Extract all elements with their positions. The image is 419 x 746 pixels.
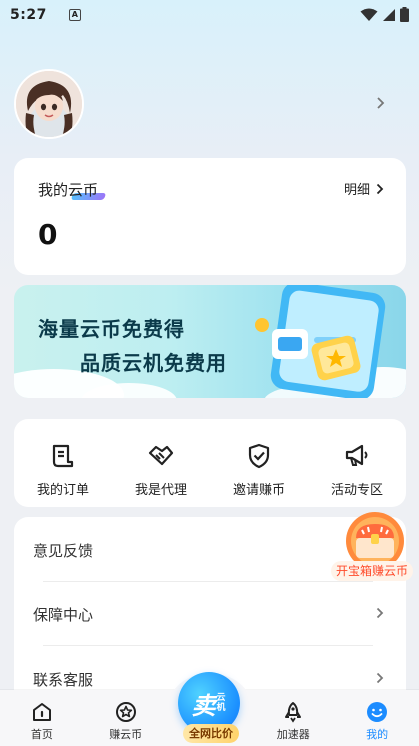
sell-button-main: 卖 — [191, 691, 216, 720]
quick-action-invite[interactable]: 邀请赚币 — [210, 419, 308, 507]
nav-label: 我的 — [366, 728, 389, 741]
status-time: 5:27 — [10, 7, 47, 23]
chevron-right-icon — [376, 672, 384, 684]
rocket-icon — [285, 702, 302, 723]
signal-icon — [383, 8, 395, 21]
sell-button-sub: 云机 — [216, 693, 226, 713]
coin-detail-link[interactable]: 明细 — [344, 179, 384, 198]
coin-badge-icon — [115, 702, 136, 722]
handshake-icon — [148, 445, 174, 466]
price-compare-tag: 全网比价 — [183, 724, 239, 743]
megaphone-icon — [345, 444, 368, 466]
nav-earn-coins[interactable]: 赚云币 — [84, 690, 168, 746]
nav-accelerator[interactable]: 加速器 — [251, 690, 335, 746]
coin-card: 我的云币 明细 0 — [14, 158, 406, 275]
quick-action-label: 我的订单 — [36, 483, 89, 498]
quick-action-agent[interactable]: 我是代理 — [112, 419, 210, 507]
chevron-right-icon — [376, 607, 384, 619]
order-icon — [52, 444, 74, 468]
nav-label: 首页 — [30, 728, 53, 741]
quick-actions: 我的订单 我是代理 邀请赚币 活动专区 — [14, 419, 406, 507]
chevron-right-icon — [377, 97, 385, 109]
treasure-chest-label: 开宝箱赚云币 — [331, 561, 414, 581]
quick-action-label: 邀请赚币 — [232, 483, 285, 498]
menu-item-label: 意见反馈 — [33, 541, 94, 560]
promo-banner[interactable]: 海量云币免费得 品质云机免费用 — [14, 285, 406, 398]
status-indicators — [360, 7, 409, 22]
shield-check-icon — [248, 443, 270, 469]
nav-home[interactable]: 首页 — [0, 690, 84, 746]
nav-mine[interactable]: 我的 — [335, 690, 419, 746]
notification-icon: A — [68, 9, 81, 21]
banner-subheadline: 品质云机免费用 — [80, 351, 227, 375]
coin-balance: 0 — [38, 218, 58, 251]
battery-icon — [400, 7, 409, 22]
avatar[interactable] — [14, 69, 84, 139]
avatar-illustration — [16, 71, 82, 137]
quick-action-label: 活动专区 — [330, 483, 383, 498]
smile-icon — [367, 702, 388, 722]
menu-divider — [43, 645, 373, 646]
treasure-chest-widget[interactable]: 开宝箱赚云币 — [330, 512, 419, 588]
menu-item-guarantee[interactable]: 保障中心 — [14, 582, 406, 646]
profile-row[interactable] — [14, 69, 406, 139]
quick-action-label: 我是代理 — [134, 483, 187, 498]
menu-item-label: 保障中心 — [33, 605, 94, 624]
coin-detail-label: 明细 — [343, 183, 370, 198]
banner-headline: 海量云币免费得 — [38, 317, 185, 341]
chevron-right-icon — [376, 183, 384, 194]
wifi-icon — [360, 8, 378, 21]
quick-action-my-orders[interactable]: 我的订单 — [14, 419, 112, 507]
menu-item-label: 联系客服 — [33, 670, 94, 689]
home-icon — [32, 703, 51, 721]
coin-title: 我的云币 — [38, 181, 99, 199]
nav-label: 加速器 — [276, 728, 310, 741]
nav-label: 赚云币 — [109, 728, 143, 741]
quick-action-events[interactable]: 活动专区 — [308, 419, 406, 507]
status-bar: 5:27 A — [0, 0, 419, 30]
